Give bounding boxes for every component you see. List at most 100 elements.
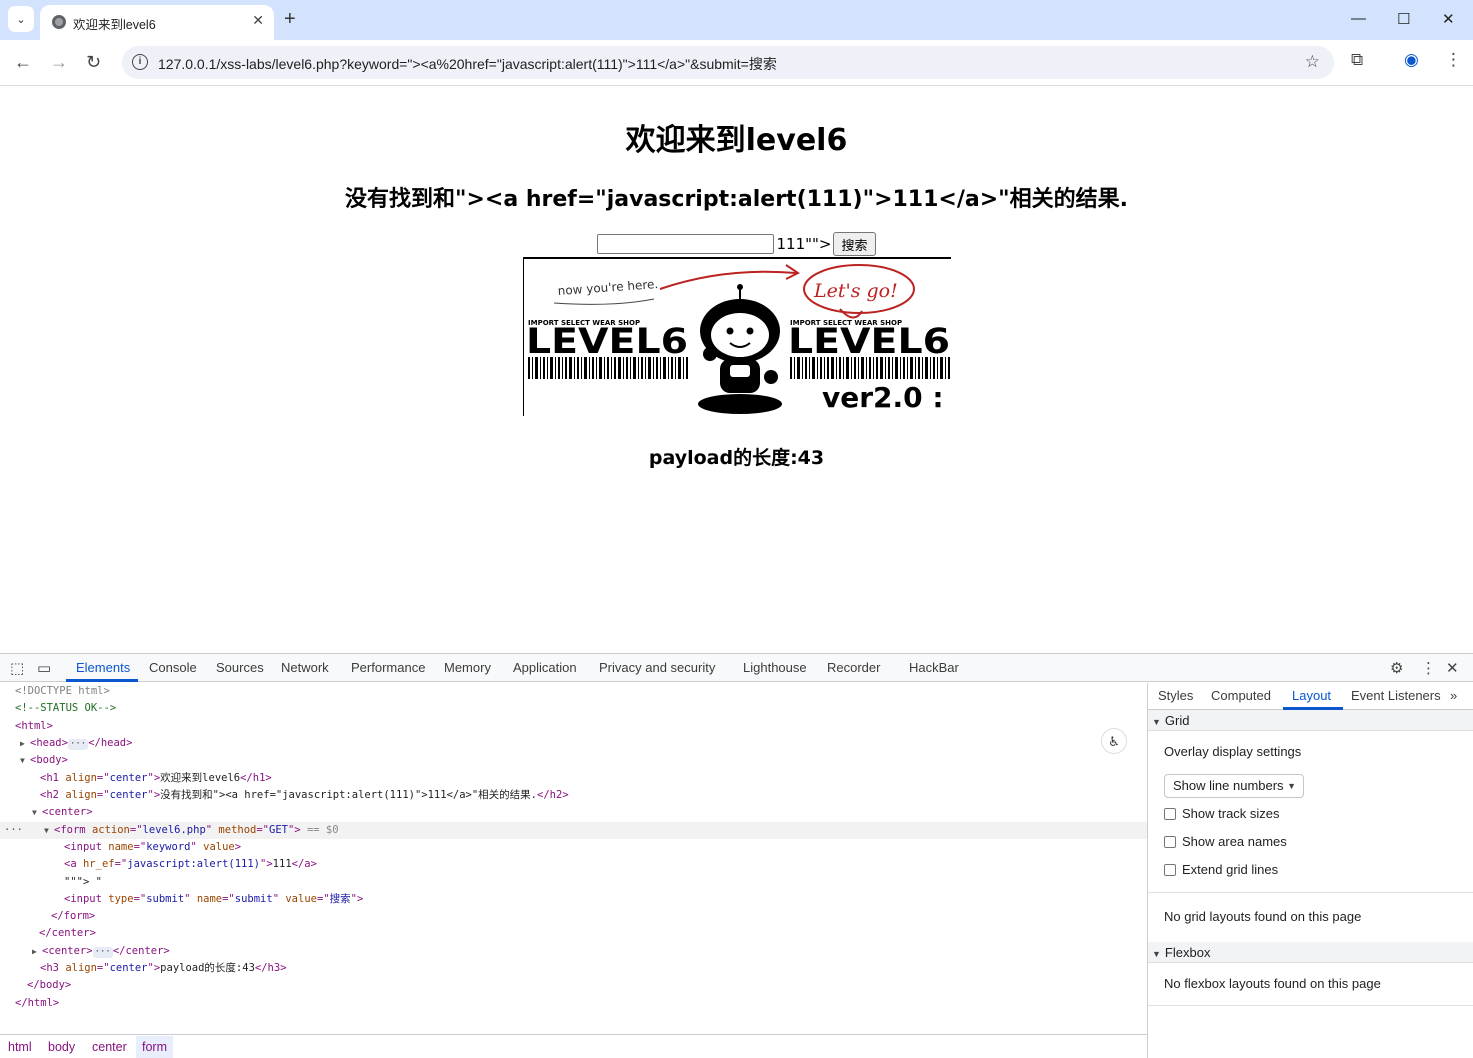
devtools-panel: ⬚ ▭ Elements Console Sources Network Per…	[0, 653, 1473, 1058]
devtools-tab-bar: ⬚ ▭ Elements Console Sources Network Per…	[0, 654, 1473, 682]
flexbox-section-header[interactable]: ▼ Flexbox	[1148, 942, 1473, 963]
devtools-menu-icon[interactable]: ⋮	[1421, 659, 1436, 677]
dom-anchor[interactable]: <a hr_ef="javascript:alert(111)">111</a>	[0, 856, 1147, 873]
tab-strip: ⌄ 欢迎来到level6 ✕ + — ☐ ✕	[0, 0, 1473, 40]
tab-sources[interactable]: Sources	[216, 660, 264, 675]
dom-h3[interactable]: <h3 align="center">payload的长度:43</h3>	[0, 960, 1147, 977]
browser-toolbar: ← → ↻ i 127.0.0.1/xss-labs/level6.php?ke…	[0, 40, 1473, 86]
payload-length-heading: payload的长度:43	[648, 447, 825, 469]
reload-icon[interactable]: ↻	[86, 51, 101, 73]
dom-center[interactable]: ▼ <center>	[0, 804, 1147, 821]
extensions-icon[interactable]: ⧉	[1351, 50, 1363, 70]
close-devtools-icon[interactable]: ✕	[1446, 659, 1459, 677]
injected-text: 111"">	[776, 235, 832, 253]
dom-body[interactable]: ▼ <body>	[0, 752, 1147, 769]
dom-h1[interactable]: <h1 align="center">欢迎来到level6</h1>	[0, 770, 1147, 787]
robot-mascot	[698, 284, 782, 414]
active-tab-indicator	[66, 679, 138, 682]
tab-privacy-security[interactable]: Privacy and security	[599, 660, 715, 675]
dom-comment[interactable]: <!--STATUS OK-->	[0, 700, 1147, 717]
tab-elements[interactable]: Elements	[76, 660, 130, 675]
new-tab-button[interactable]: +	[284, 8, 296, 30]
menu-kebab-icon[interactable]: ⋮	[1445, 50, 1462, 70]
dom-input-submit[interactable]: <input type="submit" name="submit" value…	[0, 891, 1147, 908]
collapse-triangle-icon: ▼	[1152, 949, 1161, 959]
tab-network[interactable]: Network	[281, 660, 329, 675]
dom-head[interactable]: ▶ <head> ··· </head>	[0, 735, 1147, 752]
overlay-settings-label: Overlay display settings	[1164, 744, 1302, 759]
keyword-input[interactable]	[597, 234, 775, 254]
dom-doctype[interactable]: <!DOCTYPE html>	[0, 683, 1147, 700]
sidebar-tab-bar: Styles Computed Layout Event Listeners »	[1148, 683, 1473, 710]
result-heading: 没有找到和"><a href="javascript:alert(111)">1…	[345, 187, 1128, 212]
dom-body-close[interactable]: </body>	[0, 977, 1147, 994]
dom-html[interactable]: <html>	[0, 718, 1147, 735]
row-more-icon[interactable]: ···	[4, 822, 23, 839]
divider	[1148, 1005, 1473, 1006]
dom-form-selected[interactable]: ··· ▼ <form action="level6.php" method="GE…	[0, 822, 1147, 839]
dropdown-arrow-icon: ▼	[1287, 781, 1296, 791]
divider	[1148, 892, 1473, 893]
no-flexbox-message: No flexbox layouts found on this page	[1164, 976, 1381, 991]
level-banner-svg: now you're here. Let's go! IMPORT SELECT…	[526, 264, 950, 414]
accessibility-tree-icon[interactable]: ♿	[1101, 728, 1127, 754]
device-toolbar-icon[interactable]: ▭	[37, 659, 51, 677]
page-viewport: 欢迎来到level6 没有找到和"><a href="javascript:al…	[1, 87, 1472, 653]
page-heading: 欢迎来到level6	[625, 123, 848, 158]
dom-html-close[interactable]: </html>	[0, 995, 1147, 1012]
maximize-icon[interactable]: ☐	[1397, 10, 1410, 28]
svg-text:LEVEL6: LEVEL6	[788, 322, 950, 362]
grid-section-header[interactable]: ▼ Grid	[1148, 710, 1473, 731]
more-tabs-icon[interactable]: »	[1450, 688, 1457, 703]
search-button[interactable]: 搜索	[833, 232, 876, 256]
tab-event-listeners[interactable]: Event Listeners	[1351, 688, 1441, 703]
site-info-icon[interactable]: i	[132, 54, 148, 70]
dom-input-keyword[interactable]: <input name="keyword" value>	[0, 839, 1147, 856]
tab-hackbar[interactable]: HackBar	[909, 660, 959, 675]
active-tab[interactable]: 欢迎来到level6 ✕	[40, 5, 274, 40]
breadcrumb-form[interactable]: form	[136, 1036, 173, 1058]
tab-lighthouse[interactable]: Lighthouse	[743, 660, 807, 675]
tab-layout[interactable]: Layout	[1292, 688, 1331, 703]
breadcrumb-center[interactable]: center	[92, 1040, 127, 1054]
tab-title: 欢迎来到level6	[73, 18, 156, 32]
forward-icon[interactable]: →	[50, 51, 68, 73]
dom-text-node[interactable]: """> "	[0, 874, 1147, 891]
level-banner-image: now you're here. Let's go! IMPORT SELECT…	[523, 257, 951, 416]
inspect-element-icon[interactable]: ⬚	[10, 659, 24, 677]
tab-recorder[interactable]: Recorder	[827, 660, 880, 675]
tab-performance[interactable]: Performance	[351, 660, 425, 675]
minimize-icon[interactable]: —	[1351, 10, 1366, 27]
dom-tree: <!DOCTYPE html> <!--STATUS OK--> <html> …	[0, 683, 1147, 1033]
back-icon[interactable]: ←	[14, 51, 32, 73]
tab-search-button[interactable]: ⌄	[8, 6, 34, 32]
extend-grid-lines-checkbox[interactable]: Extend grid lines	[1164, 862, 1278, 877]
show-track-sizes-checkbox[interactable]: Show track sizes	[1164, 806, 1280, 821]
profile-icon[interactable]: ◉	[1404, 50, 1419, 70]
svg-text:ver2.0 :: ver2.0 :	[822, 381, 944, 414]
dom-h2[interactable]: <h2 align="center">没有找到和"><a href="javas…	[0, 787, 1147, 804]
tab-computed[interactable]: Computed	[1211, 688, 1271, 703]
close-tab-icon[interactable]: ✕	[252, 12, 264, 29]
banner-caption: now you're here.	[557, 277, 658, 298]
tab-styles[interactable]: Styles	[1158, 688, 1193, 703]
breadcrumb-html[interactable]: html	[8, 1040, 32, 1054]
url-text[interactable]: 127.0.0.1/xss-labs/level6.php?keyword=">…	[158, 54, 777, 74]
address-bar[interactable]: i 127.0.0.1/xss-labs/level6.php?keyword=…	[122, 46, 1334, 79]
layout-sidebar: Styles Computed Layout Event Listeners »…	[1147, 683, 1473, 1058]
dom-form-close[interactable]: </form>	[0, 908, 1147, 925]
settings-gear-icon[interactable]: ⚙	[1390, 659, 1403, 677]
bookmark-star-icon[interactable]: ☆	[1305, 52, 1320, 72]
tab-console[interactable]: Console	[149, 660, 197, 675]
close-window-icon[interactable]: ✕	[1442, 10, 1455, 28]
line-numbers-select[interactable]: Show line numbers ▼	[1164, 774, 1304, 798]
breadcrumb-body[interactable]: body	[48, 1040, 75, 1054]
banner-bubble-text: Let's go!	[813, 280, 898, 302]
tab-memory[interactable]: Memory	[444, 660, 491, 675]
tab-application[interactable]: Application	[513, 660, 577, 675]
dom-center-close[interactable]: </center>	[0, 925, 1147, 942]
dom-center-collapsed[interactable]: ▶ <center> ··· </center>	[0, 943, 1147, 960]
no-grid-message: No grid layouts found on this page	[1164, 909, 1362, 924]
chevron-down-icon: ⌄	[16, 13, 26, 26]
show-area-names-checkbox[interactable]: Show area names	[1164, 834, 1287, 849]
